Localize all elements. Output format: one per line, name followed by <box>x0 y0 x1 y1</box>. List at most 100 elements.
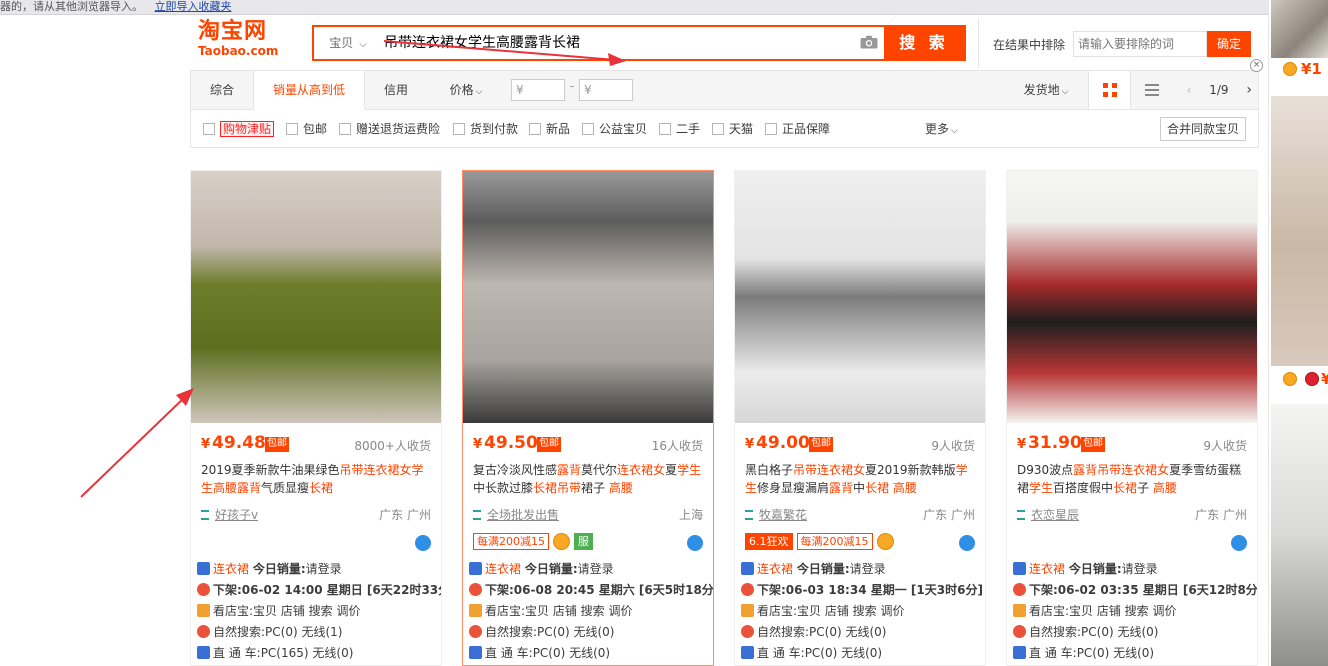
exclude-confirm-button[interactable]: 确定 <box>1207 31 1251 57</box>
seo-plugin-info: 连衣裙 今日销量:请登录 下架:06-03 18:34 星期一 [1天3时6分] 看… <box>741 559 985 664</box>
checkbox[interactable] <box>339 123 351 135</box>
chat-icon[interactable] <box>959 535 975 551</box>
checkbox[interactable] <box>659 123 671 135</box>
title-part: 吊带连衣裙女 <box>793 463 866 477</box>
ad-image[interactable] <box>1271 0 1328 58</box>
view-links[interactable]: 看店宝:宝贝 店铺 搜索 调价 <box>485 604 633 618</box>
filter-tmall[interactable]: 天猫 <box>712 121 753 137</box>
category-value[interactable]: 连衣裙 <box>213 562 249 576</box>
filter-free-shipping[interactable]: 包邮 <box>286 121 327 137</box>
chat-icon[interactable] <box>687 535 703 551</box>
product-card[interactable]: ¥49.00 包邮 9人收货 黑白格子吊带连衣裙女夏2019新款韩版学生修身显瘦漏肩露… <box>734 170 986 666</box>
product-card[interactable]: ¥31.90 包邮 9人收货 D930波点露背吊带连衣裙女夏季雪纺蛋糕裙学生百搭度假中… <box>1006 170 1258 666</box>
product-image[interactable] <box>191 171 441 423</box>
ztc-row: 直 通 车:PC(165) 无线(0) <box>197 643 441 664</box>
filter-charity[interactable]: 公益宝贝 <box>582 121 647 137</box>
checkbox[interactable] <box>712 123 724 135</box>
today-sales-login[interactable]: 请登录 <box>850 562 886 576</box>
shop-location: 广东 广州 <box>1195 508 1247 522</box>
checkbox[interactable] <box>529 123 541 135</box>
product-card[interactable]: ¥49.48 包邮 8000+人收货 2019夏季新款牛油果绿色吊带连衣裙女学生高腰露… <box>190 170 442 666</box>
chevron-down-icon: ⌵ <box>951 126 958 136</box>
filter-bar: 购物津贴 包邮 赠送退货运费险 货到付款 新品 公益宝贝 二手 天猫 正品保障 … <box>190 110 1259 148</box>
chevron-down-icon: ⌵ <box>1061 87 1069 97</box>
today-sales-login[interactable]: 请登录 <box>578 562 614 576</box>
camera-icon[interactable] <box>860 35 878 49</box>
ship-from-dropdown[interactable]: 发货地 ⌵ <box>1011 71 1081 109</box>
shop-link[interactable]: 衣恋星辰 <box>1017 506 1079 523</box>
filter-cod[interactable]: 货到付款 <box>453 121 518 137</box>
checkbox[interactable] <box>203 123 215 135</box>
prev-page-icon[interactable]: ‹ <box>1187 83 1192 97</box>
tab-default[interactable]: 综合 <box>191 71 253 109</box>
search-scope-select[interactable]: 宝贝 ⌵ <box>314 27 382 59</box>
category-value[interactable]: 连衣裙 <box>757 562 793 576</box>
shop-link[interactable]: 牧嘉繁花 <box>745 506 807 523</box>
grid-view-button[interactable] <box>1088 71 1130 109</box>
ad-image[interactable] <box>1271 404 1328 666</box>
logo-cn: 淘宝网 <box>198 19 268 44</box>
view-links[interactable]: 看店宝:宝贝 店铺 搜索 调价 <box>757 604 905 618</box>
taobao-logo[interactable]: 淘宝网 Taobao.com <box>198 20 298 64</box>
close-icon[interactable]: × <box>1250 59 1263 72</box>
category-value[interactable]: 连衣裙 <box>1029 562 1065 576</box>
filter-more[interactable]: 更多 ⌵ <box>925 121 958 137</box>
title-part: 裙子 <box>581 481 609 495</box>
annotation-arrow-product <box>80 388 194 498</box>
promo-badge: 6.1狂欢 <box>745 533 793 550</box>
filter-second-hand[interactable]: 二手 <box>659 121 700 137</box>
tab-price[interactable]: 价格 ⌵ <box>436 71 496 109</box>
product-image[interactable] <box>463 171 713 423</box>
filter-shopping-allowance[interactable]: 购物津贴 <box>203 121 275 137</box>
shop-link[interactable]: 全场批发出售 <box>473 506 559 523</box>
filter-return-insurance[interactable]: 赠送退货运费险 <box>339 121 440 137</box>
product-title[interactable]: 2019夏季新款牛油果绿色吊带连衣裙女学生高腰露背气质显瘦长裙 <box>201 461 433 497</box>
natural-search-value: PC(0) 无线(0) <box>1081 625 1159 639</box>
car-icon <box>1013 646 1026 659</box>
product-image[interactable] <box>735 171 985 423</box>
today-sales-login[interactable]: 请登录 <box>306 562 342 576</box>
ad-image[interactable] <box>1271 96 1328 366</box>
category-value[interactable]: 连衣裙 <box>485 562 521 576</box>
product-title[interactable]: 黑白格子吊带连衣裙女夏2019新款韩版学生修身显瘦漏肩露背中长裙 高腰 <box>745 461 977 497</box>
chat-icon[interactable] <box>1231 535 1247 551</box>
title-part: 修身显瘦漏肩 <box>757 481 830 495</box>
offline-time: 下架:06-08 20:45 星期六 [6天5时18分] <box>485 583 713 597</box>
checkbox[interactable] <box>582 123 594 135</box>
sort-bar: 综合 销量从高到低 信用 价格 ⌵ ¥ - ¥ 发货地 ⌵ ‹ 1/9 › <box>190 70 1259 110</box>
product-title[interactable]: D930波点露背吊带连衣裙女夏季雪纺蛋糕裙学生百搭度假中长裙子 高腰 <box>1017 461 1249 497</box>
search-button[interactable]: 搜 索 <box>884 27 964 59</box>
checkbox[interactable] <box>765 123 777 135</box>
filter-genuine[interactable]: 正品保障 <box>765 121 830 137</box>
view-links[interactable]: 看店宝:宝贝 店铺 搜索 调价 <box>213 604 361 618</box>
tab-credit[interactable]: 信用 <box>366 71 426 109</box>
car-icon <box>197 646 210 659</box>
sales-count: 9人收货 <box>931 439 975 453</box>
list-view-button[interactable] <box>1130 71 1172 109</box>
exclude-input[interactable] <box>1073 31 1207 57</box>
merge-same-items-button[interactable]: 合并同款宝贝 <box>1159 117 1246 141</box>
ztc-label: 直 通 车: <box>1029 646 1077 660</box>
chat-icon[interactable] <box>415 535 431 551</box>
checkbox[interactable] <box>286 123 298 135</box>
product-card[interactable]: ¥49.50 包邮 16人收货 复古冷淡风性感露背莫代尔连衣裙女夏学生中长款过膝长裙吊… <box>462 170 714 666</box>
offline-row: 下架:06-03 18:34 星期一 [1天3时6分] <box>741 580 985 601</box>
price-min-input[interactable]: ¥ <box>511 79 565 101</box>
search-input[interactable] <box>384 31 844 55</box>
shop-link[interactable]: 好孩子v <box>201 506 258 523</box>
next-page-icon[interactable]: › <box>1246 82 1252 98</box>
import-bookmarks-link[interactable]: 立即导入收藏夹 <box>155 0 232 13</box>
sales-count: 8000+人收货 <box>354 439 431 453</box>
free-shipping-badge: 包邮 <box>537 437 561 452</box>
filter-new[interactable]: 新品 <box>529 121 570 137</box>
product-image[interactable] <box>1007 171 1257 423</box>
today-sales-login[interactable]: 请登录 <box>1122 562 1158 576</box>
sales-count: 16人收货 <box>651 439 703 453</box>
shop-location: 广东 广州 <box>379 508 431 522</box>
price-max-input[interactable]: ¥ <box>579 79 633 101</box>
checkbox[interactable] <box>453 123 465 135</box>
view-links[interactable]: 看店宝:宝贝 店铺 搜索 调价 <box>1029 604 1177 618</box>
page-indicator: 1/9 <box>1209 83 1229 97</box>
tab-sales[interactable]: 销量从高到低 <box>253 71 365 110</box>
product-title[interactable]: 复古冷淡风性感露背莫代尔连衣裙女夏学生中长款过膝长裙吊带裙子 高腰 <box>473 461 705 497</box>
